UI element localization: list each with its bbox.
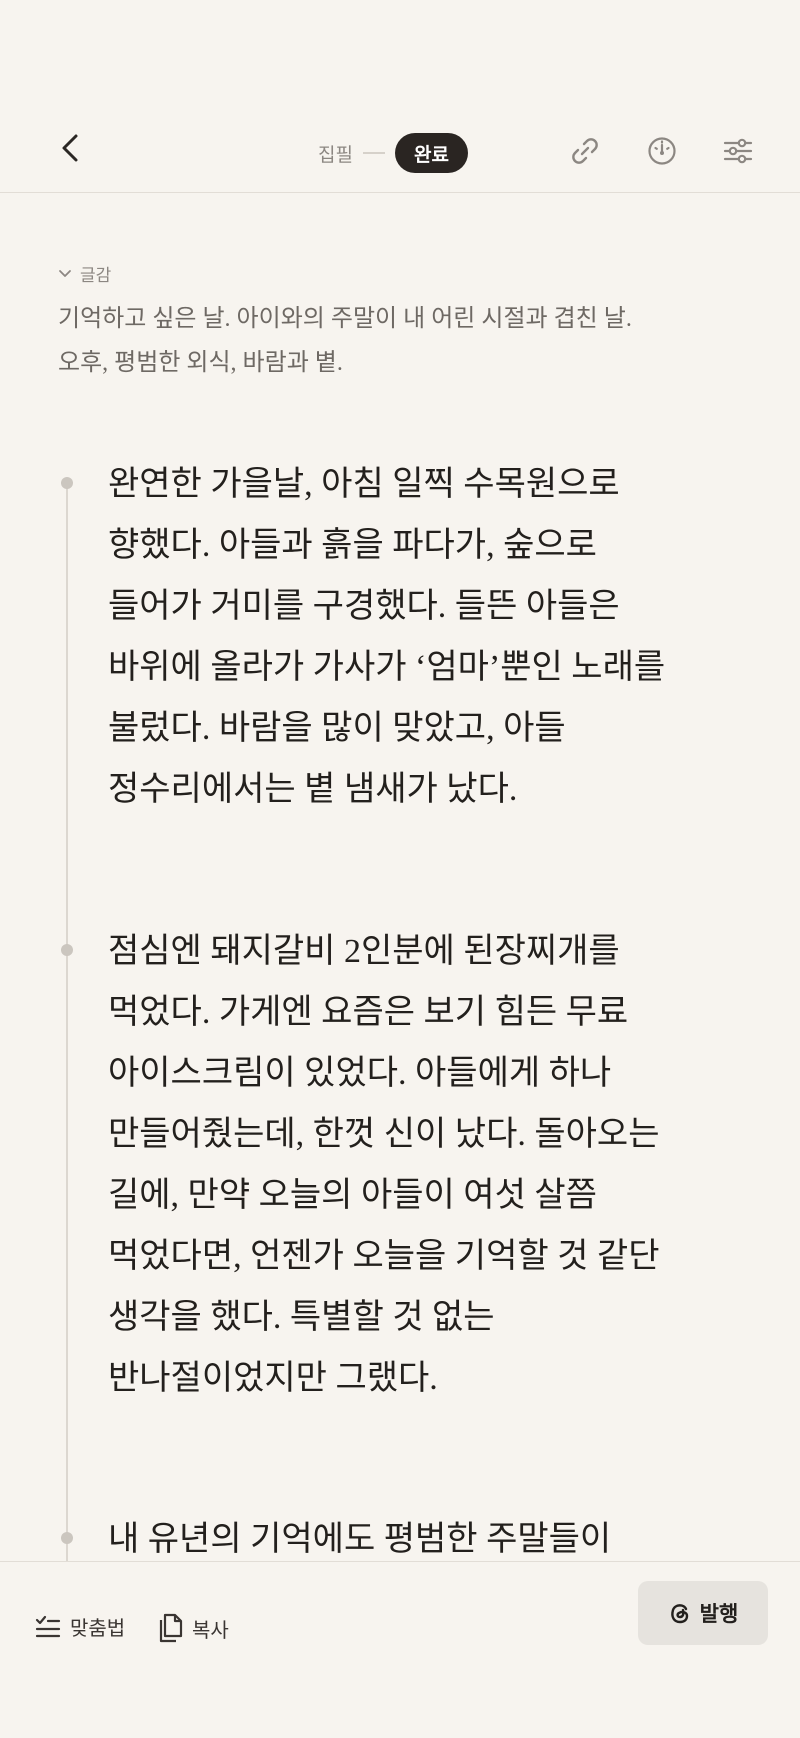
entry-line: 먹었다. 가게엔 요즘은 보기 힘든 무료 xyxy=(108,994,629,1031)
editor-content: 글감 기억하고 싶은 날. 아이와의 주말이 내 어린 시절과 겹친 날. 오후… xyxy=(0,193,800,1561)
copy-icon xyxy=(159,1613,183,1643)
entry-dot xyxy=(61,1532,73,1544)
topic-note-label: 글감 xyxy=(80,266,112,285)
entry-line: 들어가 거미를 구경했다. 들뜬 아들은 xyxy=(108,588,620,625)
bottom-toolbar: 맞춤법 복사 발행 xyxy=(0,1561,800,1738)
spellcheck-button[interactable]: 맞춤법 xyxy=(34,1612,125,1641)
entry-line: 생각을 했다. 특별할 것 없는 xyxy=(108,1299,495,1336)
entry-line: 향했다. 아들과 흙을 파다가, 숲으로 xyxy=(108,527,597,564)
publish-label: 발행 xyxy=(699,1603,739,1626)
topic-note-line: 기억하고 싶은 날. 아이와의 주말이 내 어린 시절과 겹친 날. xyxy=(58,306,632,332)
copy-button[interactable]: 복사 xyxy=(156,1612,229,1644)
entry-line: 아이스크림이 있었다. 아들에게 하나 xyxy=(108,1055,612,1092)
status-steps: 집필 완료 xyxy=(318,133,468,173)
back-button[interactable] xyxy=(50,128,90,168)
topic-note-line: 오후, 평범한 외식, 바람과 볕. xyxy=(58,350,343,376)
threads-icon xyxy=(670,1604,688,1624)
link-button[interactable] xyxy=(565,131,605,171)
spellcheck-label: 맞춤법 xyxy=(70,1618,126,1640)
publish-button[interactable]: 발행 xyxy=(638,1581,768,1645)
entry-line: 바위에 올라가 가사가 ‘엄마’뿐인 노래를 xyxy=(108,649,666,686)
entry-paragraph[interactable]: 완연한 가을날, 아침 일찍 수목원으로 향했다. 아들과 흙을 파다가, 숲으… xyxy=(108,454,728,820)
checklist-icon xyxy=(35,1615,61,1637)
stats-button[interactable] xyxy=(642,131,682,171)
topic-note-text: 기억하고 싶은 날. 아이와의 주말이 내 어린 시절과 겹친 날. 오후, 평… xyxy=(58,297,738,385)
entry-line: 만들어줬는데, 한껏 신이 났다. 돌아오는 xyxy=(108,1116,660,1153)
top-bar: 집필 완료 xyxy=(0,100,800,193)
entry-line: 불렀다. 바람을 많이 맞았고, 아들 xyxy=(108,710,566,747)
link-icon xyxy=(572,138,598,164)
chevron-left-icon xyxy=(62,134,78,162)
copy-label: 복사 xyxy=(192,1619,229,1642)
status-done-step[interactable]: 완료 xyxy=(394,133,468,173)
chevron-down-icon xyxy=(59,269,71,277)
topic-note-toggle[interactable]: 글감 xyxy=(58,261,111,286)
entry-line: 내 유년의 기억에도 평범한 주말들이 xyxy=(108,1521,612,1558)
gauge-icon xyxy=(648,137,676,165)
status-separator xyxy=(362,152,385,154)
entry-dot xyxy=(61,477,73,489)
settings-button[interactable] xyxy=(718,131,758,171)
entry-line: 점심엔 돼지갈비 2인분에 된장찌개를 xyxy=(108,933,620,970)
timeline-line xyxy=(66,483,68,1561)
entry-line: 반나절이었지만 그랬다. xyxy=(108,1360,438,1397)
sliders-icon xyxy=(723,138,753,164)
entry-line: 먹었다면, 언젠가 오늘을 기억할 것 같단 xyxy=(108,1238,660,1275)
entry-line: 길에, 만약 오늘의 아들이 여섯 살쯤 xyxy=(108,1177,597,1214)
entry-paragraph[interactable]: 점심엔 돼지갈비 2인분에 된장찌개를 먹었다. 가게엔 요즘은 보기 힘든 무… xyxy=(108,921,728,1409)
entry-dot xyxy=(61,944,73,956)
entry-paragraph[interactable]: 내 유년의 기억에도 평범한 주말들이 xyxy=(108,1509,728,1561)
entry-line: 정수리에서는 볕 냄새가 났다. xyxy=(108,771,518,808)
entry-line: 완연한 가을날, 아침 일찍 수목원으로 xyxy=(108,466,620,503)
status-draft-step[interactable]: 집필 xyxy=(318,140,353,167)
